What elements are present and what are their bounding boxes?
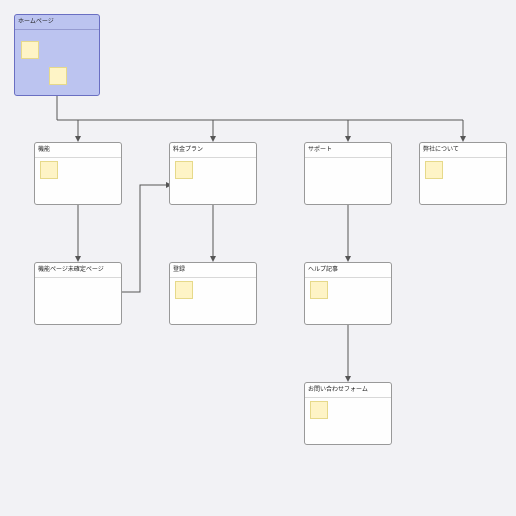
node-about[interactable]: 弊社について [419, 142, 507, 205]
sticky-icon[interactable] [40, 161, 58, 179]
sticky-icon[interactable] [175, 281, 193, 299]
node-pricing-title: 料金プラン [170, 143, 256, 158]
node-help[interactable]: ヘルプ記事 [304, 262, 392, 325]
sticky-icon[interactable] [310, 281, 328, 299]
node-contact[interactable]: お問い合わせフォーム [304, 382, 392, 445]
node-register-title: 登録 [170, 263, 256, 278]
node-features-sub1[interactable]: 機能ページ未確定ページ [34, 262, 122, 325]
node-about-title: 弊社について [420, 143, 506, 158]
node-register[interactable]: 登録 [169, 262, 257, 325]
sticky-icon[interactable] [425, 161, 443, 179]
node-features-sub1-title: 機能ページ未確定ページ [35, 263, 121, 278]
node-home-title: ホームページ [15, 15, 99, 30]
sticky-icon[interactable] [175, 161, 193, 179]
node-contact-title: お問い合わせフォーム [305, 383, 391, 398]
node-support-title: サポート [305, 143, 391, 158]
node-support[interactable]: サポート [304, 142, 392, 205]
sticky-icon[interactable] [21, 41, 39, 59]
node-pricing[interactable]: 料金プラン [169, 142, 257, 205]
sitemap-canvas: ホームページ 機能 料金プラン サポート 弊社について 機能ページ未確定ページ … [0, 0, 516, 516]
node-home[interactable]: ホームページ [14, 14, 100, 96]
sticky-icon[interactable] [49, 67, 67, 85]
node-help-title: ヘルプ記事 [305, 263, 391, 278]
sticky-icon[interactable] [310, 401, 328, 419]
node-features-title: 機能 [35, 143, 121, 158]
node-features[interactable]: 機能 [34, 142, 122, 205]
